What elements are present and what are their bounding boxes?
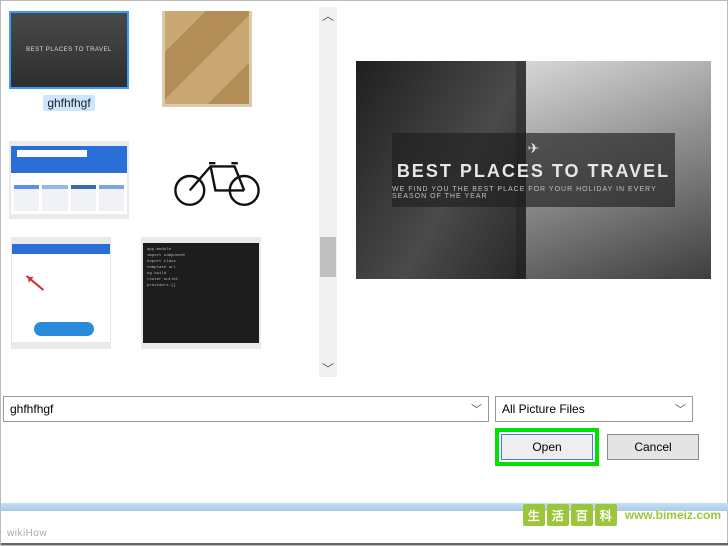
thumb-item[interactable] — [9, 237, 113, 349]
airplane-icon: ✈ — [528, 140, 540, 157]
filename-combobox[interactable]: ﹀ — [3, 396, 489, 422]
thumb-bike-preview — [157, 141, 277, 219]
site-watermark: 生活百科 www.bimeiz.com — [523, 491, 721, 539]
cancel-button[interactable]: Cancel — [607, 434, 699, 460]
watermark-url: www.bimeiz.com — [625, 508, 721, 522]
thumbnail-browse-area: BEST PLACES TO TRAVEL ghfhfhgf app.modul… — [1, 1, 349, 384]
filename-input[interactable] — [10, 402, 471, 416]
thumb-item[interactable] — [157, 11, 257, 123]
thumbnail-grid: BEST PLACES TO TRAVEL ghfhfhgf app.modul… — [1, 1, 349, 359]
chevron-down-icon[interactable]: ﹀ — [675, 401, 686, 417]
bottom-border — [1, 543, 728, 545]
filter-selected-label: All Picture Files — [502, 402, 585, 416]
thumb-wood-preview — [162, 11, 252, 107]
preview-title: BEST PLACES TO TRAVEL — [397, 161, 670, 182]
filename-row: ﹀ All Picture Files ﹀ — [3, 396, 726, 422]
wikihow-watermark: wikiHow — [7, 528, 47, 539]
thumb-travel-preview: BEST PLACES TO TRAVEL — [9, 11, 129, 89]
thumb-code-preview: app.moduleimport componentexport classte… — [143, 243, 259, 343]
scroll-up-icon[interactable]: ︿ — [322, 7, 334, 24]
preview-overlay: ✈ BEST PLACES TO TRAVEL WE FIND YOU THE … — [392, 133, 675, 207]
scroll-thumb[interactable] — [320, 237, 336, 277]
preview-pane: ✈ BEST PLACES TO TRAVEL WE FIND YOU THE … — [356, 61, 711, 279]
thumb-label: ghfhfhgf — [43, 95, 94, 111]
file-open-dialog: BEST PLACES TO TRAVEL ghfhfhgf app.modul… — [0, 0, 728, 546]
filetype-filter-combobox[interactable]: All Picture Files ﹀ — [495, 396, 693, 422]
chevron-down-icon[interactable]: ﹀ — [471, 401, 482, 417]
watermark-badge: 生活百科 — [523, 504, 617, 526]
scroll-down-icon[interactable]: ﹀ — [322, 360, 334, 377]
preview-subtitle: WE FIND YOU THE BEST PLACE FOR YOUR HOLI… — [392, 186, 675, 200]
thumbnail-scrollbar[interactable]: ︿ ﹀ — [319, 7, 337, 377]
thumb-item-selected[interactable]: BEST PLACES TO TRAVEL ghfhfhgf — [9, 11, 129, 123]
thumb-chat-preview — [11, 243, 111, 343]
thumb-item[interactable] — [157, 141, 277, 219]
thumb-item[interactable]: app.moduleimport componentexport classte… — [141, 237, 261, 349]
thumb-item[interactable] — [9, 141, 129, 219]
dialog-button-row: Open Cancel — [501, 434, 699, 460]
open-button[interactable]: Open — [501, 434, 593, 460]
thumb-plan-preview — [11, 146, 127, 214]
